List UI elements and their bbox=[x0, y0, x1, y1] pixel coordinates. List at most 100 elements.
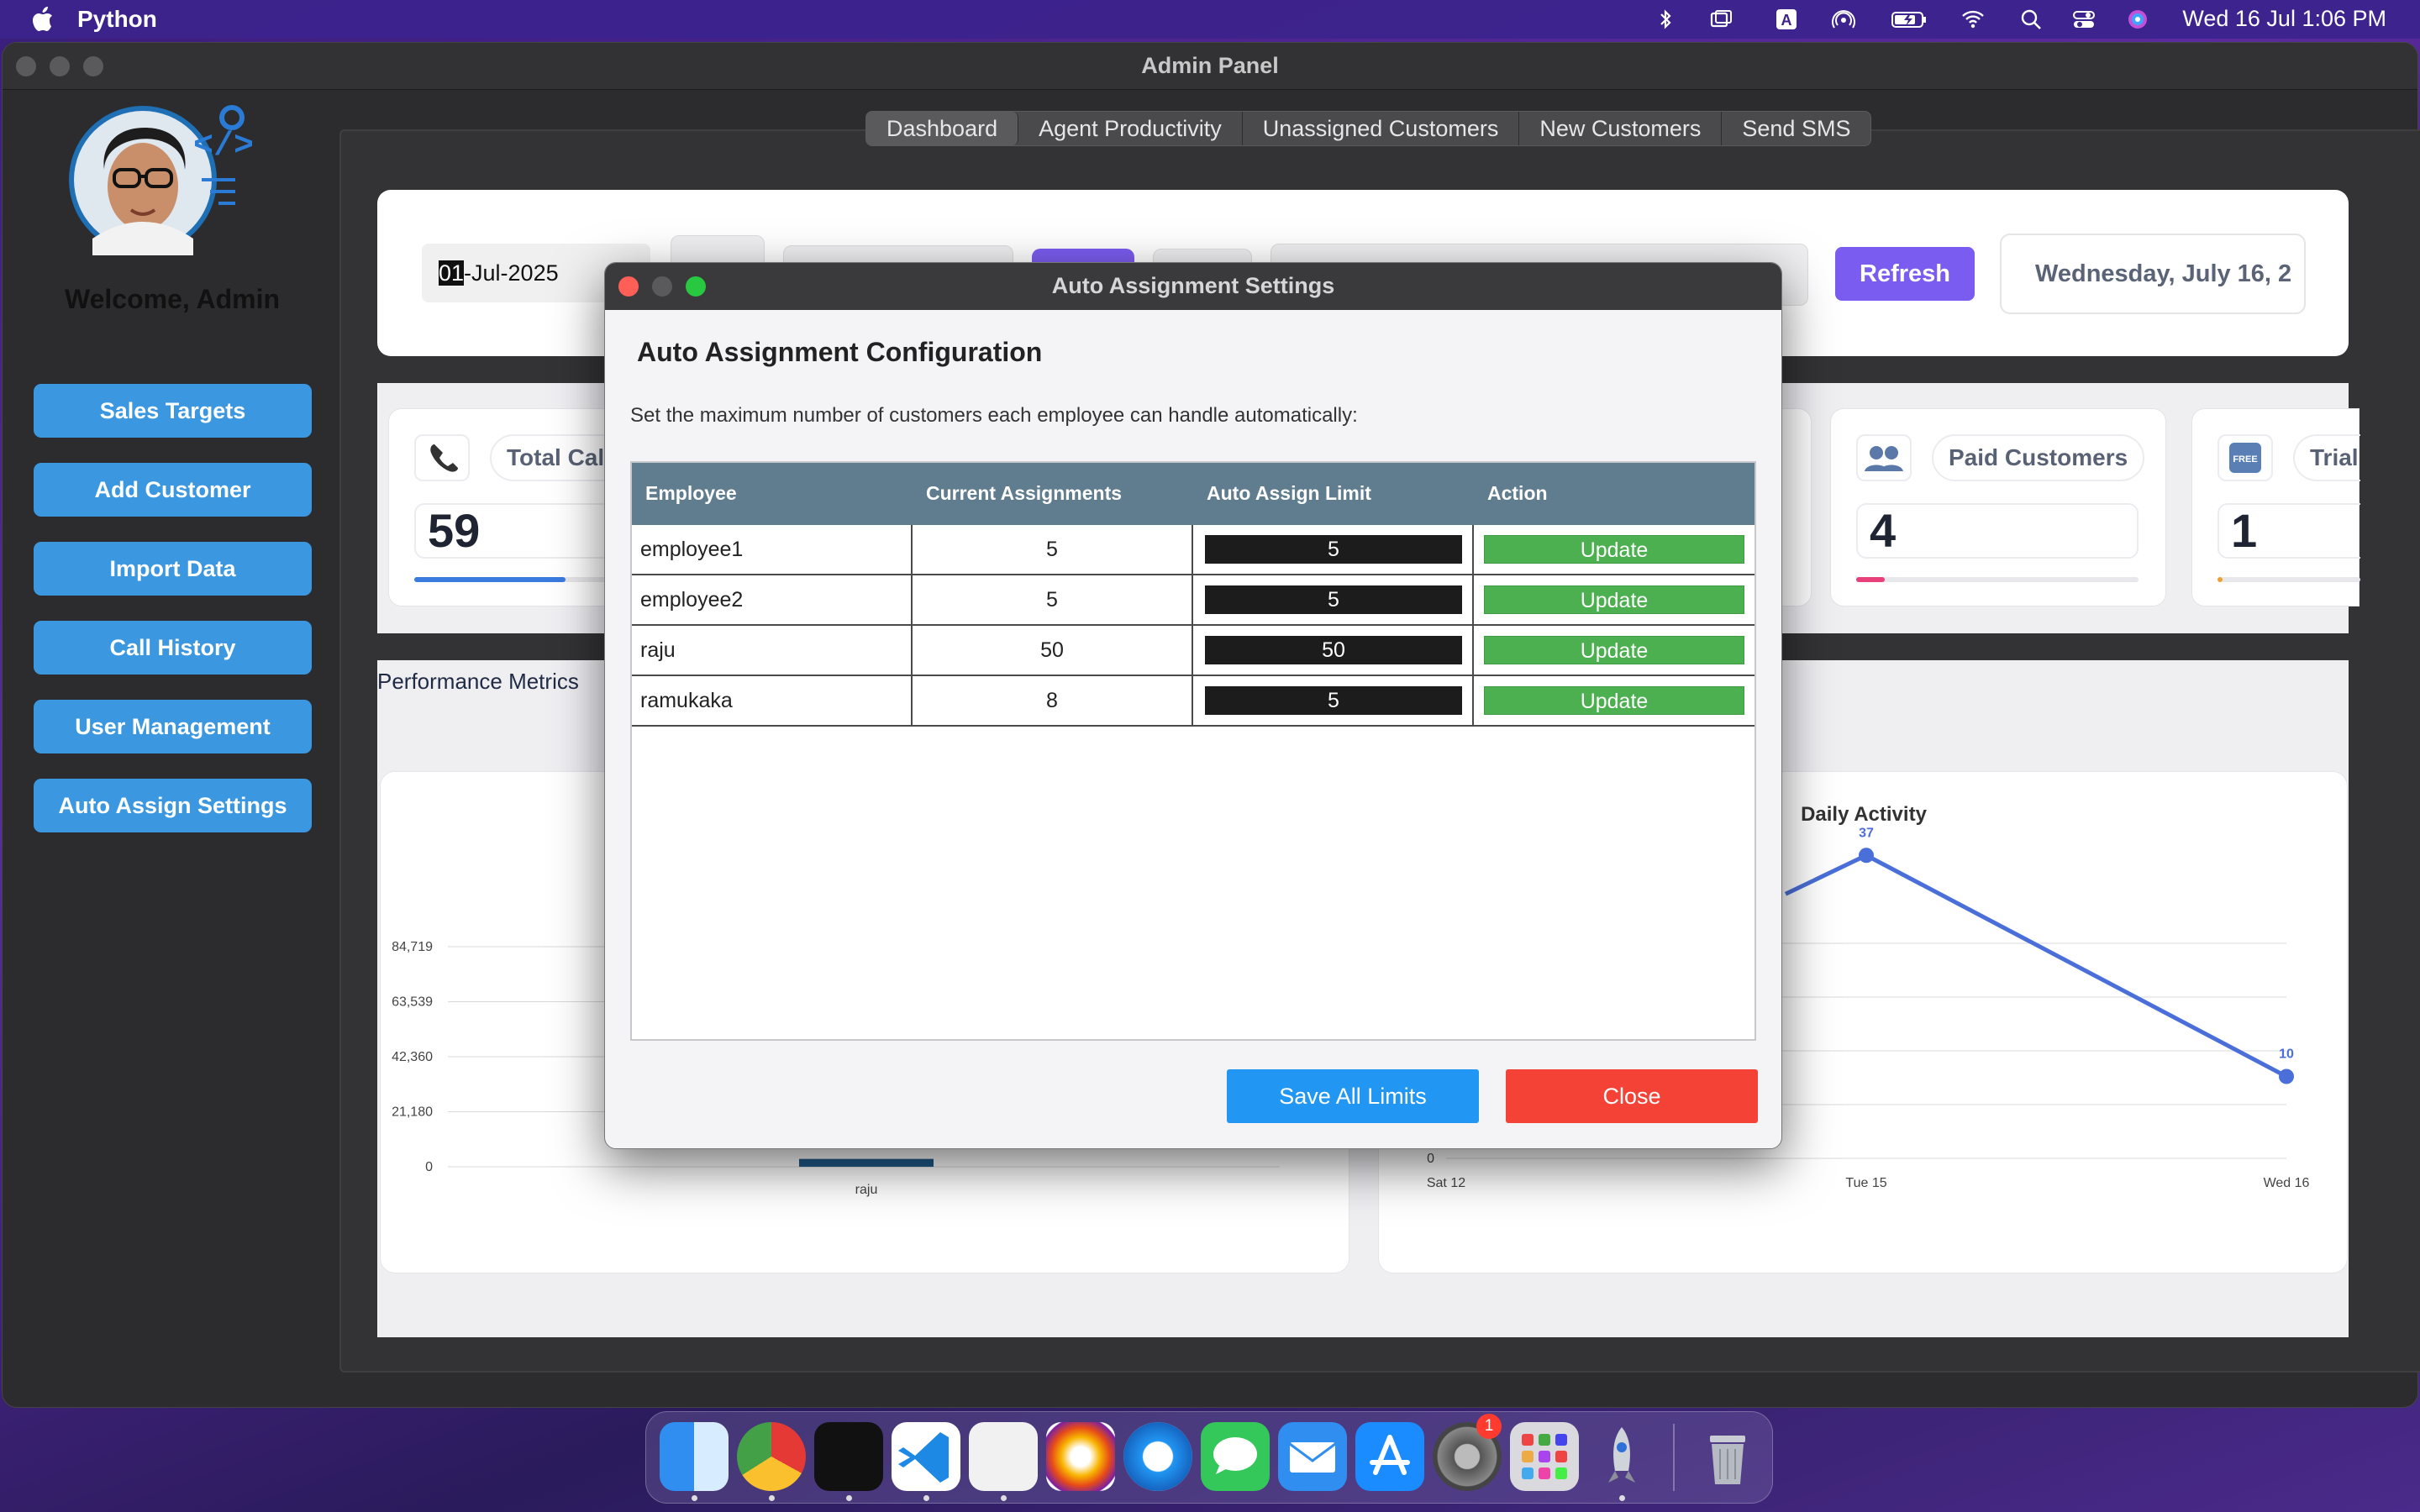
tab-send-sms[interactable]: Send SMS bbox=[1722, 112, 1870, 145]
import-data-button[interactable]: Import Data bbox=[34, 542, 312, 596]
limit-input[interactable]: 5 bbox=[1205, 585, 1462, 614]
action-cell: Update bbox=[1474, 676, 1754, 725]
limit-input[interactable]: 50 bbox=[1205, 636, 1462, 664]
main-tabs: Dashboard Agent Productivity Unassigned … bbox=[865, 111, 1872, 146]
table-row: ramukaka 8 5 Update bbox=[632, 676, 1754, 727]
employee-cell: employee2 bbox=[632, 575, 913, 624]
messages-icon[interactable] bbox=[1201, 1422, 1270, 1491]
apple-icon[interactable] bbox=[32, 7, 54, 32]
menu-bar: Python A Wed 16 Jul 1:06 PM bbox=[0, 0, 2420, 39]
spotlight-search-icon[interactable] bbox=[2020, 8, 2044, 30]
data-point bbox=[1859, 848, 1874, 864]
sales-targets-button[interactable]: Sales Targets bbox=[34, 384, 312, 438]
current-assignments-cell: 5 bbox=[913, 525, 1193, 574]
mail-icon[interactable] bbox=[1278, 1422, 1347, 1491]
notification-badge: 1 bbox=[1476, 1414, 1502, 1439]
y-tick-label: 42,360 bbox=[392, 1050, 433, 1064]
tab-agent-productivity[interactable]: Agent Productivity bbox=[1018, 112, 1243, 145]
display-mirror-icon[interactable] bbox=[1709, 8, 1733, 30]
series-line-segment bbox=[1865, 853, 2288, 1079]
limit-cell: 5 bbox=[1193, 575, 1474, 624]
running-indicator bbox=[846, 1495, 852, 1501]
table-row: employee2 5 5 Update bbox=[632, 575, 1754, 626]
welcome-text: Welcome, Admin bbox=[64, 284, 281, 314]
vscode-icon[interactable] bbox=[892, 1422, 960, 1491]
table-header: Employee Current Assignments Auto Assign… bbox=[632, 463, 1754, 525]
launchpad-icon[interactable] bbox=[1510, 1422, 1579, 1491]
control-center-icon[interactable] bbox=[2072, 8, 2096, 30]
limit-input[interactable]: 5 bbox=[1205, 686, 1462, 715]
tab-new-customers[interactable]: New Customers bbox=[1519, 112, 1723, 145]
photos-icon[interactable] bbox=[1046, 1422, 1115, 1491]
safari-icon[interactable] bbox=[1123, 1422, 1192, 1491]
finder-icon[interactable] bbox=[660, 1422, 729, 1491]
x-tick-label: Tue 15 bbox=[1845, 1176, 1886, 1190]
table-row: raju 50 50 Update bbox=[632, 626, 1754, 676]
unity-icon[interactable] bbox=[814, 1422, 883, 1491]
bluetooth-icon[interactable] bbox=[1654, 8, 1677, 30]
current-assignments-cell: 5 bbox=[913, 575, 1193, 624]
paid-customers-card: Paid Customers 4 bbox=[1830, 408, 2166, 606]
dialog-heading: Auto Assignment Configuration bbox=[637, 337, 1043, 367]
auto-assign-settings-button[interactable]: Auto Assign Settings bbox=[34, 779, 312, 832]
y-tick-label: 21,180 bbox=[392, 1105, 433, 1120]
close-button[interactable]: Close bbox=[1506, 1069, 1758, 1123]
x-tick-label: Wed 16 bbox=[2264, 1176, 2310, 1190]
trial-card: FREE Trial 1 bbox=[2191, 408, 2360, 606]
column-employee: Employee bbox=[645, 482, 737, 504]
dialog-title: Auto Assignment Settings bbox=[1051, 273, 1335, 298]
employee-cell: ramukaka bbox=[632, 676, 913, 725]
action-cell: Update bbox=[1474, 525, 1754, 574]
dock-divider bbox=[1673, 1424, 1675, 1491]
app-store-icon[interactable] bbox=[1355, 1422, 1424, 1491]
rocket-app-icon[interactable] bbox=[1587, 1422, 1656, 1491]
y-tick-label: 63,539 bbox=[392, 995, 433, 1010]
running-indicator bbox=[1619, 1495, 1625, 1501]
airdrop-icon[interactable] bbox=[1832, 8, 1855, 30]
x-tick-label: raju bbox=[855, 1183, 878, 1197]
app-name[interactable]: Python bbox=[77, 6, 157, 33]
trial-value: 1 bbox=[2217, 503, 2360, 559]
input-source-icon[interactable]: A bbox=[1775, 8, 1798, 30]
paid-customers-value: 4 bbox=[1856, 503, 2139, 559]
admin-avatar: </> bbox=[67, 87, 260, 264]
siri-icon[interactable] bbox=[2126, 8, 2149, 30]
bar bbox=[799, 1158, 934, 1167]
update-button[interactable]: Update bbox=[1484, 636, 1744, 664]
refresh-button[interactable]: Refresh bbox=[1835, 247, 1975, 301]
action-cell: Update bbox=[1474, 626, 1754, 675]
menubar-clock[interactable]: Wed 16 Jul 1:06 PM bbox=[2182, 6, 2386, 32]
tab-dashboard[interactable]: Dashboard bbox=[866, 112, 1019, 145]
running-indicator bbox=[1001, 1495, 1007, 1501]
update-button[interactable]: Update bbox=[1484, 585, 1744, 614]
trash-icon[interactable] bbox=[1693, 1422, 1762, 1491]
update-button[interactable]: Update bbox=[1484, 535, 1744, 564]
action-cell: Update bbox=[1474, 575, 1754, 624]
trial-progress bbox=[2217, 577, 2360, 582]
svg-text:FREE: FREE bbox=[2233, 454, 2257, 465]
user-management-button[interactable]: User Management bbox=[34, 700, 312, 753]
wifi-icon[interactable] bbox=[1961, 8, 1985, 30]
dialog-titlebar: Auto Assignment Settings bbox=[605, 263, 1781, 310]
performance-metrics-title: Performance Metrics bbox=[377, 669, 579, 694]
python-launcher-icon[interactable] bbox=[969, 1422, 1038, 1491]
limit-input[interactable]: 5 bbox=[1205, 535, 1462, 564]
tab-unassigned-customers[interactable]: Unassigned Customers bbox=[1243, 112, 1520, 145]
svg-text:A: A bbox=[1781, 12, 1792, 29]
paid-customers-label: Paid Customers bbox=[1932, 434, 2145, 481]
current-assignments-cell: 8 bbox=[913, 676, 1193, 725]
trial-label: Trial bbox=[2293, 434, 2360, 481]
save-all-limits-button[interactable]: Save All Limits bbox=[1227, 1069, 1479, 1123]
call-history-button[interactable]: Call History bbox=[34, 621, 312, 675]
battery-icon[interactable] bbox=[1891, 8, 1928, 30]
chrome-icon[interactable] bbox=[737, 1422, 806, 1491]
limit-cell: 5 bbox=[1193, 525, 1474, 574]
data-label: 10 bbox=[2279, 1047, 2294, 1062]
data-label: 37 bbox=[1859, 826, 1874, 840]
running-indicator bbox=[769, 1495, 775, 1501]
column-auto-assign-limit: Auto Assign Limit bbox=[1207, 482, 1371, 504]
auto-assignment-settings-dialog: Auto Assignment Settings Auto Assignment… bbox=[604, 262, 1782, 1149]
update-button[interactable]: Update bbox=[1484, 686, 1744, 715]
employee-cell: raju bbox=[632, 626, 913, 675]
add-customer-button[interactable]: Add Customer bbox=[34, 463, 312, 517]
